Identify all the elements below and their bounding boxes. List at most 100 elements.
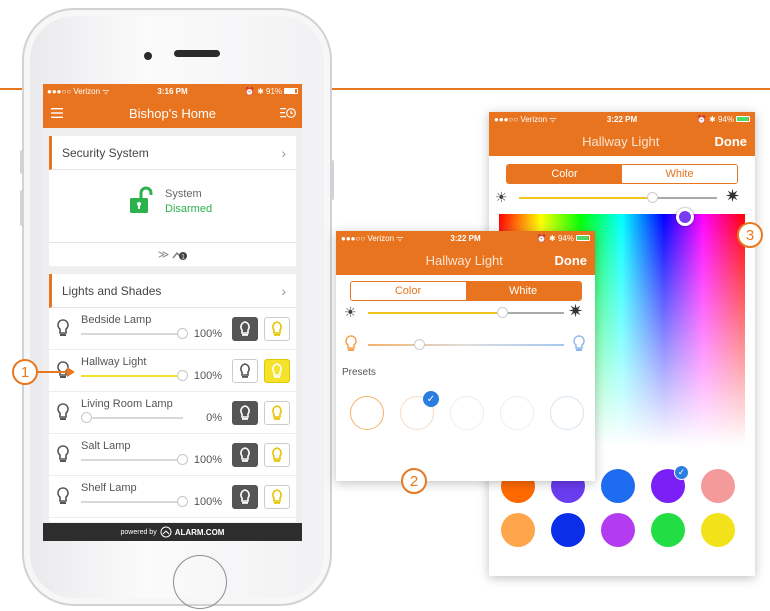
light-on-button[interactable] xyxy=(264,358,290,383)
tab-white[interactable]: White xyxy=(465,282,581,300)
warm-bulb-icon xyxy=(345,335,357,351)
page-title: Hallway Light xyxy=(425,252,503,268)
nav-bar: Hallway Light Done xyxy=(489,126,755,156)
preset-cool[interactable] xyxy=(550,396,584,430)
menu-icon[interactable] xyxy=(49,105,65,121)
battery-icon xyxy=(735,116,750,123)
light-name: Hallway Light xyxy=(81,356,147,368)
color-swatch[interactable] xyxy=(601,513,635,547)
system-label: System xyxy=(165,188,202,200)
volume-up-button[interactable] xyxy=(20,190,24,226)
bulb-on-icon xyxy=(272,404,282,420)
security-status[interactable]: System Disarmed xyxy=(49,170,296,240)
preset-warm[interactable] xyxy=(350,396,384,430)
bulb-icon xyxy=(57,318,69,336)
check-icon: ✓ xyxy=(423,391,439,407)
dimmer-percent: 100% xyxy=(193,328,222,340)
dimmer-knob[interactable] xyxy=(177,370,188,381)
slider-knob[interactable] xyxy=(647,192,658,203)
lights-title: Lights and Shades xyxy=(62,283,162,298)
sun-large-icon: ✷ xyxy=(568,301,584,321)
light-off-button[interactable] xyxy=(232,442,258,467)
status-right: ⏰ ✱ 94% xyxy=(507,234,590,243)
marketing-stage: ●●●○○ Verizon ᯤ 3:16 PM ⏰ ✱ 91% Bishop's… xyxy=(0,0,770,611)
dimmer-knob[interactable] xyxy=(177,328,188,339)
divider-line xyxy=(332,88,770,90)
light-off-button[interactable] xyxy=(232,484,258,509)
double-chevron-down-icon: ≫ xyxy=(157,249,170,261)
slider-knob[interactable] xyxy=(497,307,508,318)
color-swatch[interactable] xyxy=(701,513,735,547)
light-off-button[interactable] xyxy=(232,358,258,383)
light-off-button[interactable] xyxy=(232,400,258,425)
dimmer-track[interactable] xyxy=(81,417,183,419)
slider-knob[interactable] xyxy=(414,339,425,350)
light-on-button[interactable] xyxy=(264,484,290,509)
dimmer-track[interactable] xyxy=(81,333,183,335)
white-panel: ●●●○○ Verizon ᯤ 3:22 PM ⏰ ✱ 94% Hallway … xyxy=(336,231,595,481)
cool-bulb-icon xyxy=(573,335,585,351)
preset-daylight[interactable] xyxy=(500,396,534,430)
powered-by-label: powered by xyxy=(120,528,157,536)
expand-row[interactable]: ≫ 1 xyxy=(49,242,296,266)
temperature-slider[interactable] xyxy=(336,329,595,359)
dimmer-knob[interactable] xyxy=(81,412,92,423)
bulb-icon xyxy=(57,486,69,504)
tab-color[interactable]: Color xyxy=(507,165,622,183)
color-swatch[interactable] xyxy=(701,469,735,503)
callout-2: 2 xyxy=(401,468,427,494)
carrier-label: ●●●○○ Verizon ᯤ xyxy=(341,233,404,243)
light-row: Shelf Lamp 100% xyxy=(49,476,296,518)
bulb-on-icon xyxy=(272,488,282,504)
done-button[interactable]: Done xyxy=(555,253,588,268)
mute-switch[interactable] xyxy=(20,150,24,174)
light-name: Bedside Lamp xyxy=(81,314,152,326)
light-name: Living Room Lamp xyxy=(81,398,173,410)
sun-small-icon: ☀ xyxy=(495,189,508,205)
light-on-button[interactable] xyxy=(264,400,290,425)
color-picker-knob[interactable] xyxy=(676,208,694,226)
light-on-button[interactable] xyxy=(264,442,290,467)
lights-card: Lights and Shades › Bedside Lamp 100% Hall… xyxy=(49,274,296,522)
power-button[interactable] xyxy=(330,160,334,200)
tab-color[interactable]: Color xyxy=(350,282,466,300)
color-swatch[interactable] xyxy=(501,513,535,547)
battery-icon xyxy=(576,235,590,242)
color-swatch[interactable] xyxy=(601,469,635,503)
tab-white[interactable]: White xyxy=(622,165,737,183)
status-time: 3:22 PM xyxy=(606,114,638,124)
dimmer-track[interactable] xyxy=(81,501,183,503)
light-off-button[interactable] xyxy=(232,316,258,341)
sun-large-icon: ✷ xyxy=(725,186,741,206)
color-swatch[interactable]: ✓ xyxy=(651,465,689,503)
speaker-grille xyxy=(174,50,220,57)
arrow-right-icon xyxy=(37,367,75,377)
alarm-logo-icon xyxy=(160,526,172,538)
brightness-slider[interactable]: ☀ ✷ xyxy=(489,184,755,210)
link-badge-icon: 1 xyxy=(172,251,188,260)
color-swatch[interactable] xyxy=(551,513,585,547)
done-button[interactable]: Done xyxy=(715,134,748,149)
dimmer-track[interactable] xyxy=(81,459,183,461)
lights-header[interactable]: Lights and Shades › xyxy=(49,274,296,308)
status-time: 3:22 PM xyxy=(450,233,481,243)
brightness-slider[interactable]: ☀ ✷ xyxy=(336,301,595,325)
dimmer-track[interactable] xyxy=(81,375,183,377)
dimmer-percent: 100% xyxy=(193,370,222,382)
dimmer-knob[interactable] xyxy=(177,454,188,465)
nav-bar: Hallway Light Done xyxy=(336,245,595,275)
status-badge: Disarmed xyxy=(165,203,213,215)
battery-label: ⏰ ✱ 94% xyxy=(536,233,574,243)
preset-neutral[interactable] xyxy=(450,396,484,430)
dimmer-percent: 100% xyxy=(193,496,222,508)
dimmer-knob[interactable] xyxy=(177,496,188,507)
battery-label: ⏰ ✱ 94% xyxy=(696,114,734,124)
history-icon[interactable] xyxy=(280,105,296,121)
battery-label: ⏰ ✱ 91% xyxy=(244,86,283,96)
color-swatch[interactable] xyxy=(651,513,685,547)
home-button[interactable] xyxy=(173,555,227,609)
bulb-off-icon xyxy=(240,362,250,378)
light-on-button[interactable] xyxy=(264,316,290,341)
preset-soft[interactable]: ✓ xyxy=(400,391,439,430)
security-header[interactable]: Security System › xyxy=(49,136,296,170)
